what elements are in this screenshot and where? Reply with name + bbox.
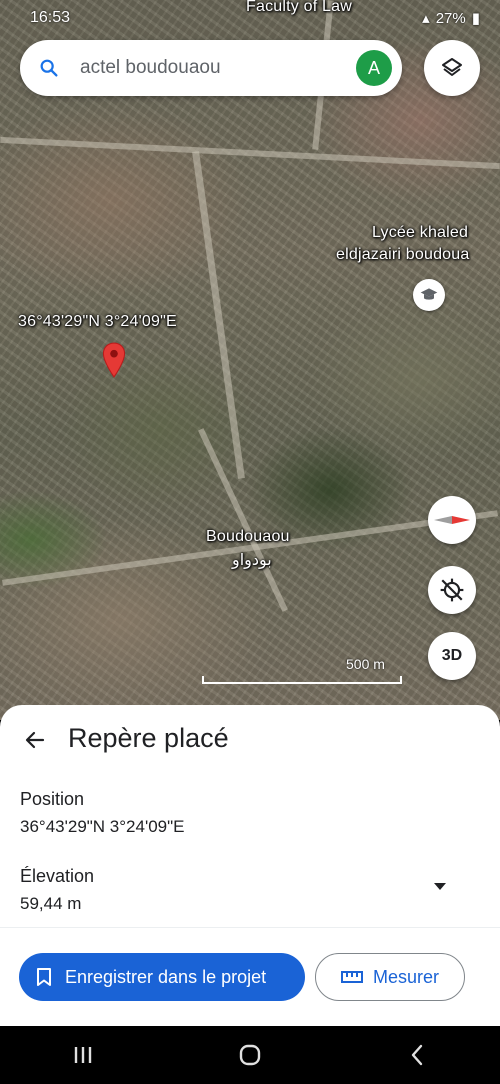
road bbox=[198, 428, 288, 612]
elevation-value: 59,44 m bbox=[20, 894, 82, 913]
position-label: Position bbox=[20, 789, 85, 809]
sheet-title: Repère placé bbox=[68, 723, 229, 753]
signal-icon: ▴ bbox=[422, 10, 430, 27]
pin-icon[interactable] bbox=[101, 342, 127, 378]
elevation-label: Élevation bbox=[20, 866, 95, 886]
system-nav-bar bbox=[0, 1026, 500, 1084]
town-label[interactable]: Boudouaou bbox=[206, 528, 290, 546]
measure-button[interactable]: Mesurer bbox=[315, 953, 465, 1001]
compass-button[interactable] bbox=[428, 496, 476, 544]
school-icon bbox=[420, 288, 438, 300]
save-button-label: Enregistrer dans le projet bbox=[65, 966, 267, 987]
recent-apps-button[interactable] bbox=[63, 1035, 103, 1075]
back-nav-button[interactable] bbox=[397, 1035, 437, 1075]
road bbox=[0, 136, 500, 170]
expand-arrow-icon[interactable] bbox=[434, 883, 446, 890]
coordinates-label: 36°43'29"N 3°24'09"E bbox=[18, 313, 177, 330]
faculty-label[interactable]: Faculty of Law bbox=[246, 0, 352, 16]
back-button[interactable] bbox=[20, 725, 50, 755]
scale-bar bbox=[202, 676, 402, 684]
school-marker[interactable] bbox=[413, 279, 445, 311]
divider bbox=[0, 927, 500, 928]
scale-text: 500 m bbox=[346, 656, 385, 672]
search-query[interactable]: actel boudouaou bbox=[80, 57, 356, 79]
chevron-left-icon bbox=[411, 1044, 422, 1066]
layers-icon bbox=[442, 58, 462, 76]
satellite-map[interactable]: 16:53 Faculty of Law ▴ 27% ▮ actel boudo… bbox=[0, 0, 500, 720]
location-off-button[interactable] bbox=[428, 566, 476, 614]
home-icon bbox=[239, 1044, 261, 1066]
status-icons: ▴ 27% ▮ bbox=[422, 9, 480, 28]
3d-button[interactable]: 3D bbox=[428, 632, 476, 680]
battery-text: 27% bbox=[435, 9, 466, 27]
home-button[interactable] bbox=[230, 1035, 270, 1075]
location-off-icon bbox=[440, 578, 464, 602]
compass-icon bbox=[434, 516, 470, 524]
recent-apps-icon bbox=[75, 1047, 92, 1063]
school-label-line1[interactable]: Lycée khaled bbox=[372, 224, 468, 242]
arrow-back-icon bbox=[25, 731, 45, 749]
road bbox=[2, 510, 498, 586]
dropped-pin-sheet: Repère placé Position 36°43'29"N 3°24'09… bbox=[0, 705, 500, 1026]
ruler-icon bbox=[340, 971, 363, 983]
layers-button[interactable] bbox=[424, 40, 480, 96]
position-value[interactable]: 36°43'29"N 3°24'09"E bbox=[20, 817, 185, 837]
measure-button-label: Mesurer bbox=[372, 966, 439, 987]
avatar[interactable]: A bbox=[356, 50, 392, 86]
bookmark-icon bbox=[37, 968, 51, 986]
search-bar[interactable]: actel boudouaou A bbox=[20, 40, 402, 96]
search-icon[interactable] bbox=[38, 57, 60, 79]
town-label-arabic: بودواو bbox=[232, 552, 272, 569]
battery-icon: ▮ bbox=[471, 10, 480, 27]
status-time: 16:53 bbox=[30, 9, 71, 26]
school-label-line2[interactable]: eldjazairi boudoua bbox=[336, 246, 469, 264]
save-to-project-button[interactable]: Enregistrer dans le projet bbox=[19, 953, 305, 1001]
